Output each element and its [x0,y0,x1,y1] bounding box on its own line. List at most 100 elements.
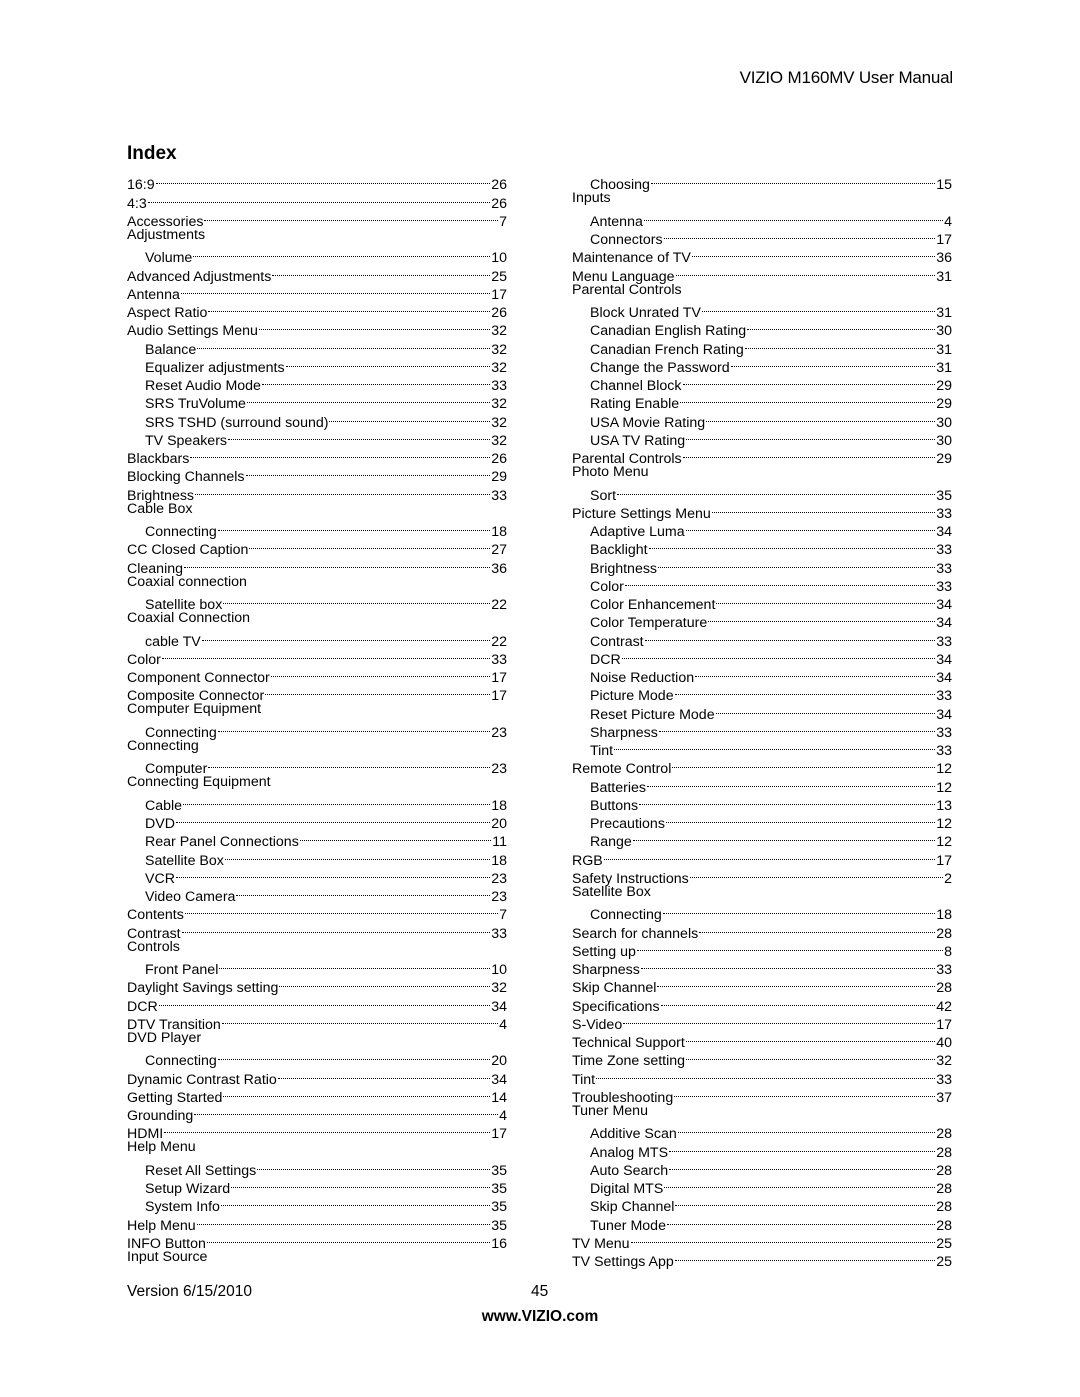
index-subentry: Cable 18 [127,792,507,814]
dot-leader [699,919,936,937]
index-entry-label: Reset Audio Mode [145,378,261,394]
index-entry: DTV Transition 4 [127,1011,507,1033]
dot-leader [195,481,491,499]
index-entry-page: 32 [491,341,507,358]
index-entry-label: Volume [145,250,193,267]
index-entry: 16:9 26 [127,171,507,193]
dot-leader [175,810,491,828]
dot-leader [623,1011,936,1029]
dot-leader [221,1011,499,1029]
index-entry-page: 29 [936,378,952,394]
index-entry-page: 17 [491,670,507,686]
index-entry-page: 32 [936,1053,952,1070]
dot-leader [691,244,936,262]
index-entry: Help Menu [127,1138,507,1156]
index-entry-page: 35 [491,1162,507,1179]
dot-leader [175,865,491,883]
index-entry-page: 30 [936,323,952,340]
dot-leader [231,1175,491,1193]
index-entry-page: 34 [936,670,952,686]
index-entry-page: 32 [491,980,507,997]
dot-leader [236,883,490,901]
index-entry: RGB 17 [572,846,952,869]
index-entry: Technical Support 40 [572,1029,952,1051]
dot-leader [183,792,491,810]
index-subentry: DCR 34 [572,646,952,668]
index-entry-label: Connectors [590,232,663,248]
index-entry-page: 17 [491,286,507,303]
index-entry-page: 34 [936,615,952,632]
index-entry-label: Adjustments [127,226,206,243]
index-heading: Index [127,143,177,164]
index-subentry: Connecting 18 [572,901,952,923]
index-entry-page: 10 [491,962,507,978]
index-entry-label: Tint [572,1071,596,1088]
dot-leader [666,1211,936,1229]
index-subentry: Block Unrated TV 31 [572,299,952,321]
index-entry: Safety Instructions 2 [572,865,952,887]
index-entry-label: S-Video [572,1016,623,1033]
index-entry-page: 31 [936,341,952,358]
dot-leader [640,956,936,974]
index-subentry: Connecting 23 [127,719,507,741]
index-entry: 4:3 26 [127,189,507,212]
index-entry-label: Sharpness [572,962,640,978]
dot-leader [164,1120,491,1138]
index-entry-label: Computer Equipment [127,701,262,718]
index-subentry: Computer 23 [127,755,507,777]
index-subentry: Antenna 4 [572,208,952,230]
index-entry-page: 17 [936,1016,952,1033]
dot-leader [624,573,936,591]
index-entry-page: 32 [491,414,507,431]
index-entry: Adjustments [127,226,507,244]
index-entry-page: 20 [491,1053,507,1070]
index-entry-page: 33 [491,651,507,668]
index-entry-page: 18 [491,852,507,869]
index-entry-page: 4 [499,1108,507,1124]
index-entry-label: Color Enhancement [590,597,716,613]
index-entry-page: 4 [944,213,952,230]
dot-leader [184,901,499,919]
dot-leader [730,354,936,372]
dot-leader [217,719,491,737]
dot-leader [219,956,491,974]
dot-leader [184,554,491,572]
index-entry-label: Aspect Ratio [127,305,208,321]
index-subentry: cable TV 22 [127,627,507,650]
index-entry-page: 29 [936,396,952,413]
dot-leader [715,700,936,718]
index-entry-page: 28 [936,1144,952,1161]
index-entry: Contents 7 [127,901,507,923]
index-subentry: Sort 35 [572,481,952,504]
dot-leader [206,1230,491,1248]
index-entry-page: 22 [491,597,507,613]
index-entry-label: DCR [127,998,158,1015]
footer-url[interactable]: www.VIZIO.com [0,1308,1080,1326]
index-entry-page: 28 [936,1199,952,1216]
dot-leader [675,1193,936,1211]
index-entry-label: Front Panel [145,962,219,978]
dot-leader [196,1211,491,1229]
index-entry: Contrast 33 [127,919,507,942]
index-entry-page: 34 [936,597,952,613]
index-entry-page: 25 [936,1254,952,1270]
index-entry-page: 30 [936,432,952,449]
index-entry-page: 28 [936,1181,952,1197]
index-entry-page: 23 [491,870,507,887]
index-entry-label: Inputs [572,190,611,207]
index-subentry: Volume 10 [127,244,507,266]
index-entry-label: Digital MTS [590,1181,664,1197]
index-entry-label: Skip Channel [590,1199,675,1216]
index-entry: Cable Box [127,500,507,518]
dot-leader [662,901,936,919]
dot-leader [180,281,491,299]
dot-leader [657,974,936,992]
index-entry-label: DVD Player [127,1029,202,1046]
index-entry: Connecting [127,737,507,755]
index-entry-label: Rating Enable [590,396,680,413]
index-entry-page: 34 [936,524,952,540]
index-entry-label: Satellite Box [572,883,651,900]
dot-leader [204,208,498,226]
dot-leader [650,171,936,189]
dot-leader [701,299,936,317]
